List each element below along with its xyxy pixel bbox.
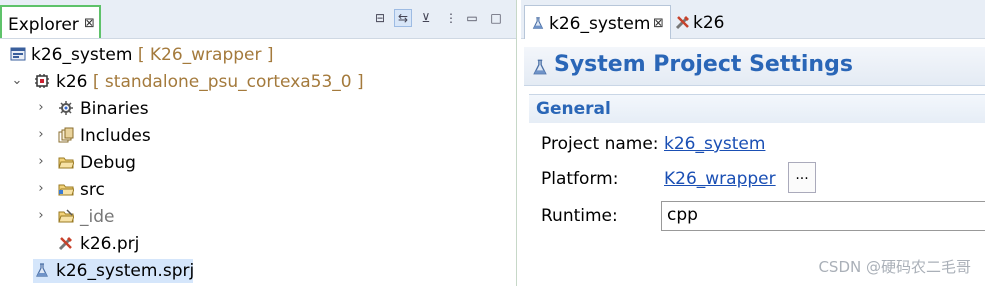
- explorer-panel: Explorer ⊠ ⊟ ⇆ ⊻ ⋮ ▭ □ k26_system [ K26_…: [0, 0, 517, 286]
- includes-icon: [58, 127, 74, 143]
- chevron-right-icon[interactable]: ›: [35, 181, 47, 197]
- tree-item-label: _ide: [80, 207, 115, 227]
- tree-item-decoration: [ standalone_psu_cortexa53_0 ]: [87, 72, 364, 92]
- sprj-file-icon: [533, 59, 547, 75]
- maximize-icon[interactable]: □: [487, 9, 505, 27]
- tree-item-label: Debug: [80, 153, 136, 173]
- close-icon[interactable]: ⊠: [653, 17, 664, 31]
- tree-item-k26-system-sprj[interactable]: k26_system.sprj: [0, 258, 515, 284]
- system-project-icon: [10, 47, 26, 61]
- close-icon[interactable]: ⊠: [84, 17, 95, 31]
- folder-icon: [58, 209, 74, 223]
- runtime-label: Runtime:: [541, 206, 618, 226]
- filter-icon[interactable]: ⊻: [417, 9, 435, 27]
- tab-explorer-label: Explorer: [8, 15, 79, 35]
- project-name-link[interactable]: k26_system: [664, 133, 765, 155]
- tab-k26-system[interactable]: k26_system ⊠: [524, 5, 671, 39]
- tree-item-k26-system[interactable]: k26_system [ K26_wrapper ]: [0, 42, 515, 68]
- section-header-general: General: [529, 94, 985, 123]
- sprj-file-icon: [36, 263, 48, 277]
- browse-platform-button[interactable]: ...: [788, 162, 816, 193]
- editor-panel: k26_system ⊠ k26 System Project Settings…: [521, 0, 985, 286]
- prj-file-icon: [675, 16, 689, 30]
- tree-item-debug[interactable]: › Debug: [0, 150, 515, 176]
- editor-tab-bar: k26_system ⊠ k26: [521, 0, 985, 39]
- sprj-file-icon: [532, 17, 544, 29]
- project-name-label: Project name:: [541, 134, 659, 154]
- tree-item-label: k26.prj: [80, 234, 140, 254]
- binaries-icon: [59, 101, 73, 115]
- minimize-icon[interactable]: ▭: [463, 9, 481, 27]
- chevron-right-icon[interactable]: ›: [35, 127, 47, 143]
- link-with-editor-icon[interactable]: ⇆: [394, 9, 412, 27]
- tree-item-label: Binaries: [80, 99, 149, 119]
- section-title: General: [536, 99, 611, 119]
- chevron-right-icon[interactable]: ›: [35, 208, 47, 224]
- explorer-tab-bar: Explorer ⊠ ⊟ ⇆ ⊻ ⋮ ▭ □: [0, 0, 516, 39]
- platform-label: Platform:: [541, 169, 619, 189]
- prj-file-icon: [58, 237, 72, 251]
- chevron-right-icon[interactable]: ›: [35, 154, 47, 170]
- page-header: System Project Settings: [524, 47, 985, 86]
- app-project-icon: [35, 74, 49, 88]
- tree-item-src[interactable]: › src: [0, 177, 515, 203]
- settings-form: System Project Settings General Project …: [521, 39, 985, 286]
- view-menu-icon[interactable]: ⋮: [442, 9, 460, 27]
- tree-item-binaries[interactable]: › Binaries: [0, 96, 515, 122]
- chevron-down-icon[interactable]: ⌄: [11, 73, 23, 89]
- folder-icon: [58, 157, 74, 169]
- watermark: CSDN @硬码农二毛哥: [818, 258, 971, 276]
- runtime-field[interactable]: cpp: [661, 201, 985, 231]
- tab-k26[interactable]: k26: [673, 7, 743, 37]
- tree-item-k26-prj[interactable]: k26.prj: [0, 231, 515, 257]
- tree-item-k26[interactable]: ⌄ k26 [ standalone_psu_cortexa53_0 ]: [0, 69, 515, 95]
- tree-item-label: k26_system [ K26_wrapper ]: [31, 45, 274, 65]
- tab-label: k26: [693, 13, 725, 33]
- tree-item-label: Includes: [80, 126, 151, 146]
- chevron-right-icon[interactable]: ›: [35, 100, 47, 116]
- platform-link[interactable]: K26_wrapper: [664, 168, 776, 190]
- tab-label: k26_system: [549, 14, 651, 34]
- tree-item-label: src: [80, 180, 105, 200]
- tree-item-label: k26_system.sprj: [56, 261, 195, 281]
- tree-item-label: k26 [ standalone_psu_cortexa53_0 ]: [56, 72, 364, 92]
- tab-explorer[interactable]: Explorer ⊠: [0, 5, 101, 38]
- project-tree: k26_system [ K26_wrapper ] ⌄ k26 [ stand…: [0, 40, 516, 286]
- tree-item-includes[interactable]: › Includes: [0, 123, 515, 149]
- collapse-all-icon[interactable]: ⊟: [371, 9, 389, 27]
- folder-icon: [58, 184, 74, 196]
- page-title: System Project Settings: [554, 52, 853, 77]
- tree-item-ide[interactable]: › _ide: [0, 204, 515, 230]
- tree-item-decoration: [ K26_wrapper ]: [132, 45, 274, 65]
